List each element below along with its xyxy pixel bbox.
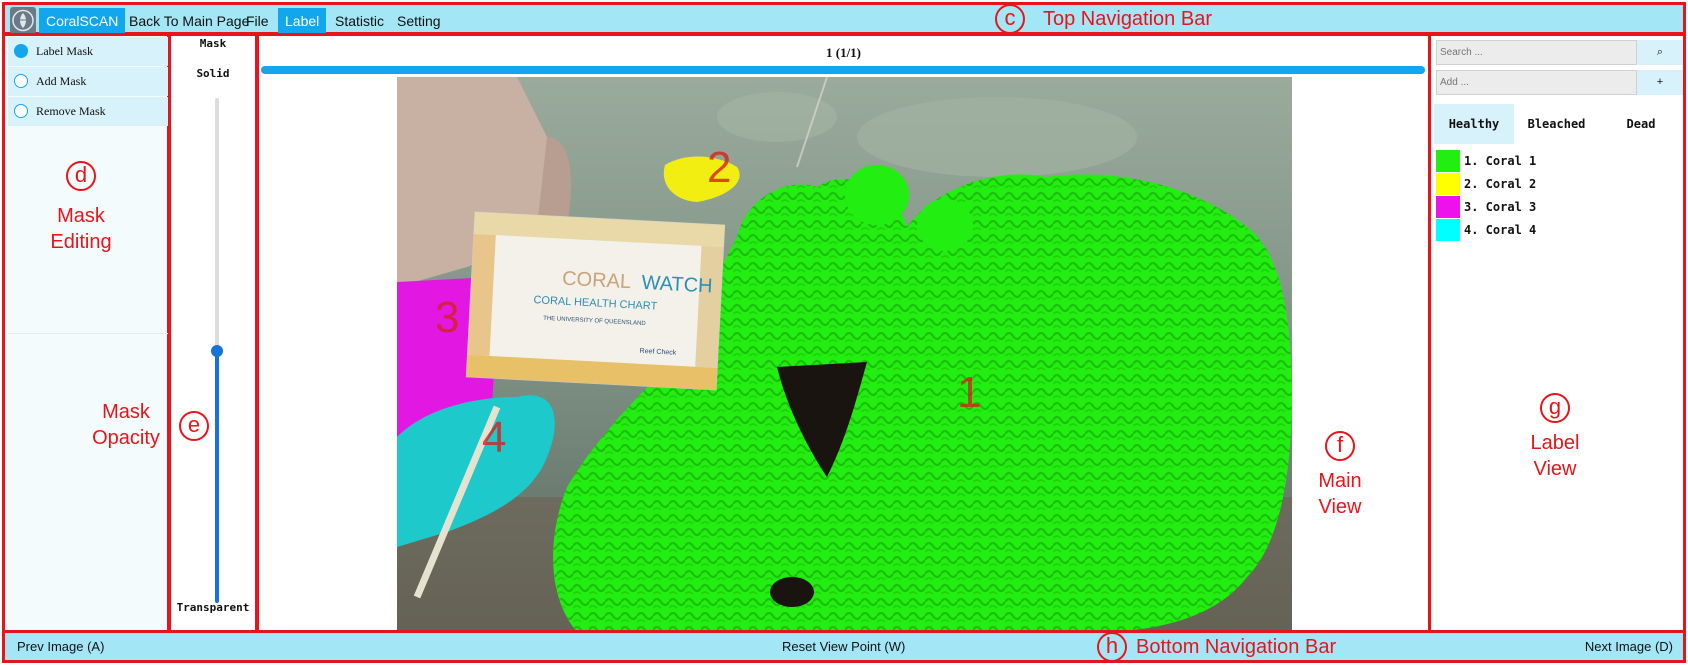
radio-unselected-icon[interactable] xyxy=(14,104,28,118)
annotation-e-text-2: Opacity xyxy=(92,427,160,449)
opacity-slider-thumb[interactable] xyxy=(211,344,223,357)
add-label-input[interactable] xyxy=(1436,70,1637,95)
annotation-d-text-1: Mask xyxy=(57,205,105,227)
tab-dead[interactable]: Dead xyxy=(1599,104,1683,144)
app-logo-icon[interactable] xyxy=(10,7,36,34)
nav-brand-coralscan[interactable]: CoralSCAN xyxy=(39,8,126,35)
mode-label-mask-text: Label Mask xyxy=(36,44,93,58)
label-item[interactable]: 2. Coral 2 xyxy=(1436,173,1676,195)
label-view: ⌕ + Healthy Bleached Dead 1. Coral 1 2. … xyxy=(1428,33,1686,634)
label-item-text: 4. Coral 4 xyxy=(1464,223,1537,237)
label-item[interactable]: 4. Coral 4 xyxy=(1436,219,1676,241)
opacity-solid-label: Solid xyxy=(196,67,230,80)
label-item[interactable]: 3. Coral 3 xyxy=(1436,196,1676,218)
reset-view-point-button[interactable]: Reset View Point (W) xyxy=(782,633,905,660)
annotation-e: e xyxy=(179,411,209,441)
tab-bleached[interactable]: Bleached xyxy=(1514,104,1599,144)
label-color-swatch xyxy=(1436,196,1460,218)
mode-remove-mask-text: Remove Mask xyxy=(36,104,106,118)
radio-selected-icon[interactable] xyxy=(14,44,28,58)
coral-image-canvas[interactable]: CORAL WATCH CORAL HEALTH CHART THE UNIVE… xyxy=(397,77,1292,632)
nav-file[interactable]: File xyxy=(239,8,276,35)
annotation-h: h xyxy=(1097,632,1127,662)
opacity-slider-fill xyxy=(215,350,219,603)
region-number-4: 4 xyxy=(482,413,506,462)
label-color-swatch xyxy=(1436,219,1460,241)
main-view: 1 (1/1) CORAL WATCH CORAL HEALTH CHART T… xyxy=(256,33,1431,634)
label-item-text: 1. Coral 1 xyxy=(1464,154,1537,168)
opacity-title: Mask xyxy=(199,37,227,50)
mode-add-mask-text: Add Mask xyxy=(36,74,87,88)
bottom-navigation-bar: Prev Image (A) Reset View Point (W) Next… xyxy=(2,630,1686,663)
annotation-g: g xyxy=(1540,393,1570,423)
opacity-transparent-label: Transparent xyxy=(176,601,250,614)
annotation-f: f xyxy=(1325,431,1355,461)
image-counter: 1 (1/1) xyxy=(825,45,862,60)
annotation-c-text: Top Navigation Bar xyxy=(1043,8,1212,30)
annotation-c: c xyxy=(995,4,1025,34)
top-navigation-bar: CoralSCAN Back To Main Page File Label S… xyxy=(2,2,1686,35)
label-item-text: 2. Coral 2 xyxy=(1464,177,1537,191)
label-tabs: Healthy Bleached Dead xyxy=(1434,104,1683,144)
annotation-g-text-2: View xyxy=(1533,458,1577,480)
label-item-text: 3. Coral 3 xyxy=(1464,200,1537,214)
next-image-button[interactable]: Next Image (D) xyxy=(1585,633,1673,660)
annotation-d-text-2: Editing xyxy=(50,231,112,253)
region-number-3: 3 xyxy=(435,293,459,342)
prev-image-button[interactable]: Prev Image (A) xyxy=(17,633,104,660)
mask-opacity-panel: Mask Solid Transparent xyxy=(168,33,258,634)
search-icon[interactable]: ⌕ xyxy=(1637,40,1683,65)
mask-editing-panel: Label Mask Add Mask Remove Mask xyxy=(2,33,170,634)
coral-image: CORAL WATCH CORAL HEALTH CHART THE UNIVE… xyxy=(397,77,1292,632)
nav-setting[interactable]: Setting xyxy=(390,8,448,35)
mode-remove-mask[interactable]: Remove Mask xyxy=(8,97,169,126)
chart-title-b: WATCH xyxy=(641,272,713,298)
label-item[interactable]: 1. Coral 1 xyxy=(1436,150,1676,172)
nav-back-to-main-page[interactable]: Back To Main Page xyxy=(122,8,256,35)
annotation-f-text-1: Main xyxy=(1318,470,1362,492)
annotation-d: d xyxy=(66,161,96,191)
region-number-1: 1 xyxy=(957,368,981,417)
add-icon[interactable]: + xyxy=(1637,70,1683,95)
nav-statistic[interactable]: Statistic xyxy=(328,8,391,35)
panel-divider xyxy=(8,333,169,334)
label-color-swatch xyxy=(1436,150,1460,172)
image-progress-bar[interactable] xyxy=(261,66,1425,74)
mode-label-mask[interactable]: Label Mask xyxy=(8,37,169,66)
tab-healthy[interactable]: Healthy xyxy=(1434,104,1514,144)
chart-title-a: CORAL xyxy=(562,268,632,294)
mode-add-mask[interactable]: Add Mask xyxy=(8,67,169,96)
radio-unselected-icon[interactable] xyxy=(14,74,28,88)
search-input[interactable] xyxy=(1436,40,1637,65)
annotation-g-text-1: Label xyxy=(1530,432,1580,454)
annotation-f-text-2: View xyxy=(1318,496,1362,518)
annotation-h-text: Bottom Navigation Bar xyxy=(1136,636,1337,658)
nav-label[interactable]: Label xyxy=(278,8,327,35)
label-color-swatch xyxy=(1436,173,1460,195)
region-number-2: 2 xyxy=(707,143,731,192)
annotation-e-text-1: Mask xyxy=(102,401,150,423)
